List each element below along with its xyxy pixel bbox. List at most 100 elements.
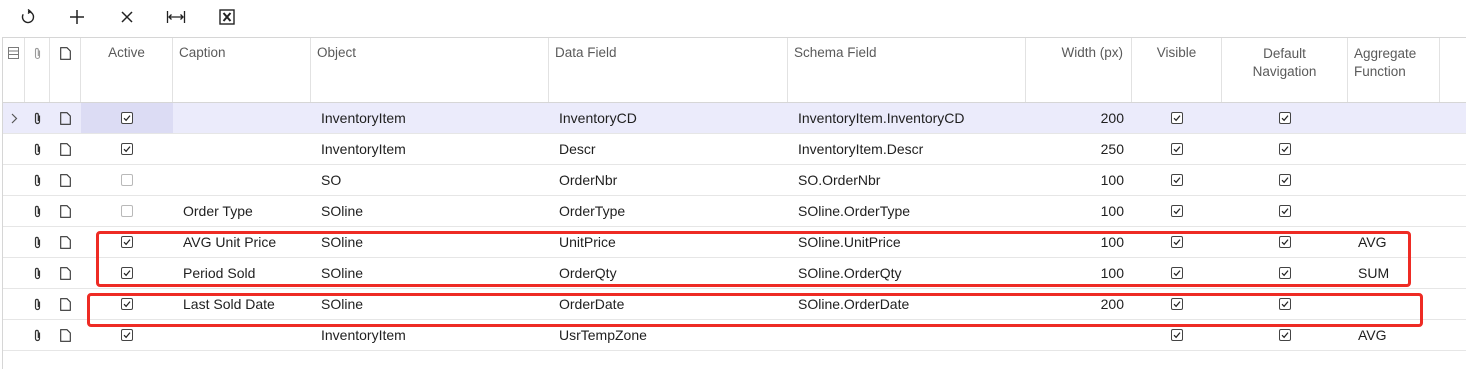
aggregate-function-cell[interactable] — [1348, 196, 1440, 226]
default-navigation-checkbox[interactable] — [1222, 258, 1348, 288]
default-navigation-checkbox-box[interactable] — [1279, 267, 1291, 279]
visible-checkbox-box[interactable] — [1171, 298, 1183, 310]
default-navigation-checkbox[interactable] — [1222, 320, 1348, 350]
visible-checkbox-box[interactable] — [1171, 329, 1183, 341]
default-navigation-checkbox[interactable] — [1222, 289, 1348, 319]
aggregate-function-cell[interactable]: SUM — [1348, 258, 1440, 288]
column-header-visible[interactable]: Visible — [1132, 38, 1222, 102]
caption-cell[interactable]: Period Sold — [173, 258, 311, 288]
column-header-aggregate-function[interactable]: Aggregate Function — [1348, 38, 1440, 102]
visible-checkbox[interactable] — [1132, 103, 1222, 133]
object-cell[interactable]: InventoryItem — [311, 103, 549, 133]
table-row[interactable]: SO OrderNbr SO.OrderNbr 100 — [3, 165, 1466, 196]
data-field-cell[interactable]: OrderQty — [549, 258, 788, 288]
table-row[interactable]: InventoryItem InventoryCD InventoryItem.In… — [3, 103, 1466, 134]
schema-field-cell[interactable]: SOline.UnitPrice — [788, 227, 1026, 257]
refresh-button[interactable] — [14, 4, 42, 30]
active-checkbox[interactable] — [81, 103, 173, 133]
visible-checkbox-box[interactable] — [1171, 112, 1183, 124]
object-cell[interactable]: SOline — [311, 196, 549, 226]
visible-checkbox-box[interactable] — [1171, 236, 1183, 248]
active-checkbox[interactable] — [81, 258, 173, 288]
data-field-cell[interactable]: UsrTempZone — [549, 320, 788, 350]
aggregate-function-cell[interactable] — [1348, 103, 1440, 133]
object-cell[interactable]: SOline — [311, 227, 549, 257]
aggregate-function-cell[interactable] — [1348, 165, 1440, 195]
width-cell[interactable]: 100 — [1026, 227, 1132, 257]
active-checkbox[interactable] — [81, 134, 173, 164]
default-navigation-checkbox[interactable] — [1222, 227, 1348, 257]
paperclip-icon[interactable] — [25, 227, 50, 257]
default-navigation-checkbox-box[interactable] — [1279, 174, 1291, 186]
object-cell[interactable]: SOline — [311, 289, 549, 319]
row-selector-header[interactable] — [3, 38, 25, 102]
table-row[interactable]: InventoryItem Descr InventoryItem.Descr 250 — [3, 134, 1466, 165]
schema-field-cell[interactable]: SOline.OrderQty — [788, 258, 1026, 288]
note-icon[interactable] — [50, 134, 81, 164]
note-icon[interactable] — [50, 289, 81, 319]
active-checkbox-box[interactable] — [121, 205, 133, 217]
table-row[interactable]: AVG Unit Price SOline UnitPrice SOline.Unit… — [3, 227, 1466, 258]
attachment-header[interactable] — [25, 38, 50, 102]
column-header-default-navigation[interactable]: Default Navigation — [1222, 38, 1348, 102]
column-header-width[interactable]: Width (px) — [1026, 38, 1132, 102]
visible-checkbox-box[interactable] — [1171, 143, 1183, 155]
default-navigation-checkbox-box[interactable] — [1279, 236, 1291, 248]
caption-cell[interactable] — [173, 103, 311, 133]
caption-cell[interactable] — [173, 320, 311, 350]
default-navigation-checkbox-box[interactable] — [1279, 329, 1291, 341]
schema-field-cell[interactable]: InventoryItem.InventoryCD — [788, 103, 1026, 133]
data-field-cell[interactable]: OrderType — [549, 196, 788, 226]
paperclip-icon[interactable] — [25, 103, 50, 133]
active-checkbox[interactable] — [81, 289, 173, 319]
column-header-schema-field[interactable]: Schema Field — [788, 38, 1026, 102]
default-navigation-checkbox-box[interactable] — [1279, 143, 1291, 155]
visible-checkbox[interactable] — [1132, 258, 1222, 288]
column-header-object[interactable]: Object — [311, 38, 549, 102]
data-field-cell[interactable]: InventoryCD — [549, 103, 788, 133]
width-cell[interactable]: 100 — [1026, 165, 1132, 195]
data-field-cell[interactable]: UnitPrice — [549, 227, 788, 257]
width-cell[interactable]: 100 — [1026, 258, 1132, 288]
visible-checkbox[interactable] — [1132, 320, 1222, 350]
visible-checkbox-box[interactable] — [1171, 205, 1183, 217]
aggregate-function-cell[interactable] — [1348, 134, 1440, 164]
paperclip-icon[interactable] — [25, 289, 50, 319]
aggregate-function-cell[interactable]: AVG — [1348, 320, 1440, 350]
add-row-button[interactable] — [63, 4, 91, 30]
active-checkbox-box[interactable] — [121, 236, 133, 248]
active-checkbox-box[interactable] — [121, 329, 133, 341]
schema-field-cell[interactable]: SOline.OrderDate — [788, 289, 1026, 319]
paperclip-icon[interactable] — [25, 165, 50, 195]
note-icon[interactable] — [50, 227, 81, 257]
caption-cell[interactable]: Order Type — [173, 196, 311, 226]
caption-cell[interactable]: Last Sold Date — [173, 289, 311, 319]
table-row[interactable]: Last Sold Date SOline OrderDate SOline.Orde… — [3, 289, 1466, 320]
schema-field-cell[interactable]: SOline.OrderType — [788, 196, 1026, 226]
column-header-data-field[interactable]: Data Field — [549, 38, 788, 102]
visible-checkbox-box[interactable] — [1171, 174, 1183, 186]
table-row[interactable]: InventoryItem UsrTempZone AVG — [3, 320, 1466, 351]
visible-checkbox[interactable] — [1132, 134, 1222, 164]
active-checkbox[interactable] — [81, 320, 173, 350]
export-excel-button[interactable] — [213, 4, 241, 30]
paperclip-icon[interactable] — [25, 320, 50, 350]
schema-field-cell[interactable] — [788, 320, 1026, 350]
fit-columns-button[interactable] — [162, 4, 190, 30]
width-cell[interactable]: 250 — [1026, 134, 1132, 164]
caption-cell[interactable] — [173, 134, 311, 164]
active-checkbox-box[interactable] — [121, 143, 133, 155]
object-cell[interactable]: InventoryItem — [311, 134, 549, 164]
column-header-active[interactable]: Active — [81, 38, 173, 102]
default-navigation-checkbox-box[interactable] — [1279, 298, 1291, 310]
data-field-cell[interactable]: Descr — [549, 134, 788, 164]
data-field-cell[interactable]: OrderDate — [549, 289, 788, 319]
note-icon[interactable] — [50, 103, 81, 133]
paperclip-icon[interactable] — [25, 258, 50, 288]
active-checkbox-box[interactable] — [121, 112, 133, 124]
visible-checkbox[interactable] — [1132, 196, 1222, 226]
note-icon[interactable] — [50, 258, 81, 288]
object-cell[interactable]: InventoryItem — [311, 320, 549, 350]
aggregate-function-cell[interactable]: AVG — [1348, 227, 1440, 257]
active-checkbox[interactable] — [81, 165, 173, 195]
